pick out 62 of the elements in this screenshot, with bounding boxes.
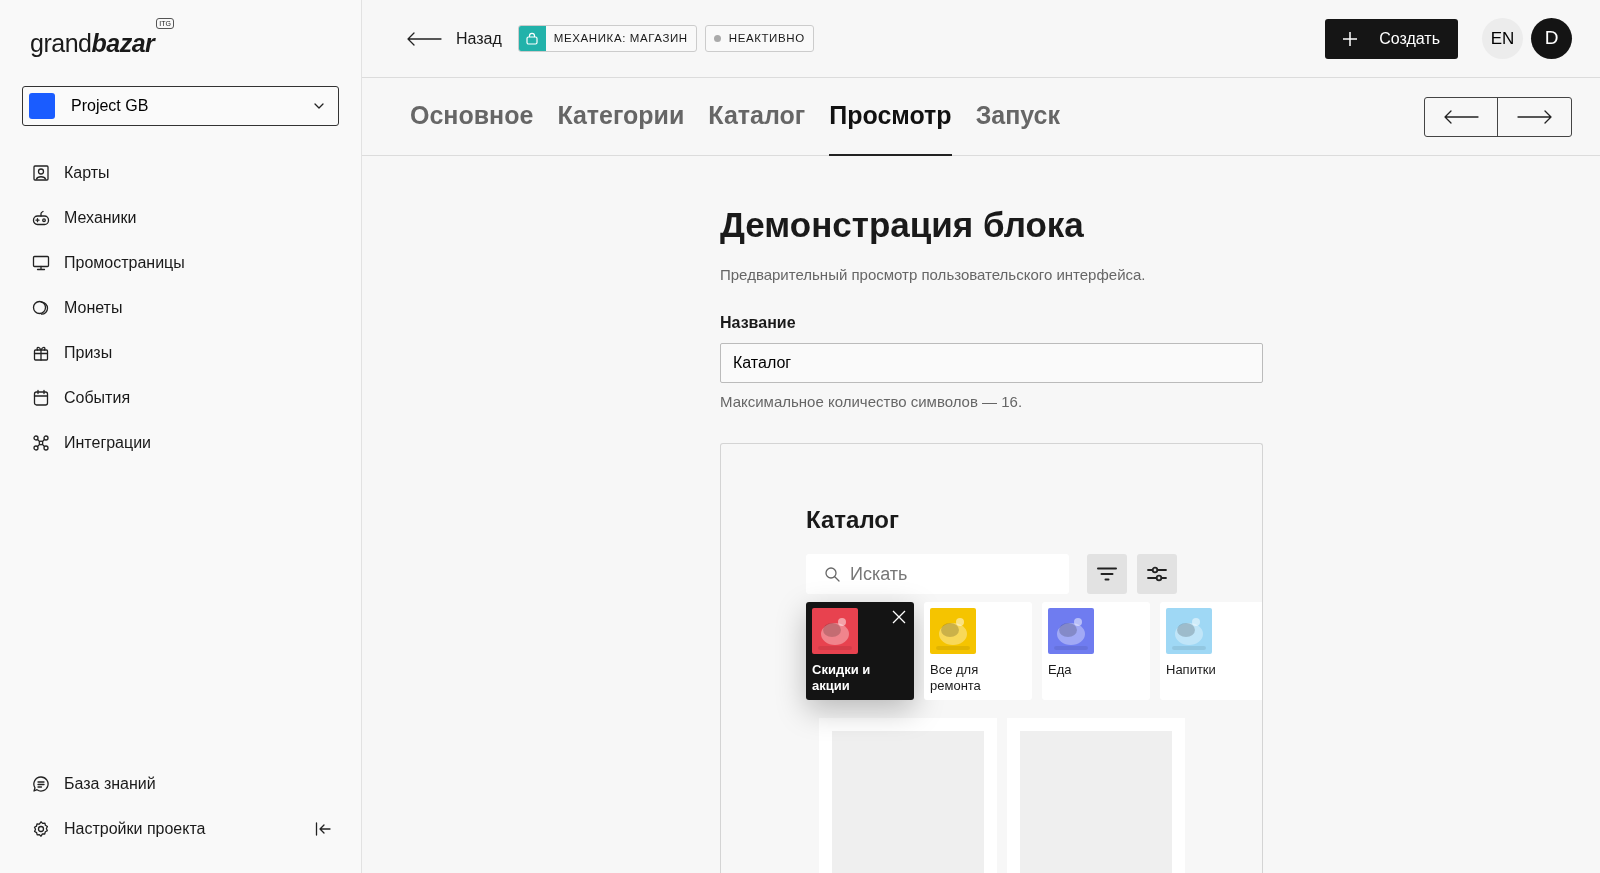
arrow-right-icon	[1516, 110, 1553, 125]
settings-icon	[32, 819, 50, 838]
network-icon	[32, 433, 50, 452]
back-link[interactable]: Назад	[406, 26, 502, 51]
create-button[interactable]: Создать	[1325, 18, 1458, 59]
chevron-down-icon	[314, 103, 324, 109]
user-avatar[interactable]: D	[1531, 18, 1572, 59]
sidebar-item[interactable]: Интеграции	[22, 420, 339, 465]
sidebar-item[interactable]: Настройки проекта	[22, 806, 206, 851]
name-field[interactable]: Каталог	[720, 342, 1263, 383]
category-label: Скидки и акции	[812, 662, 872, 694]
category-tile[interactable]: Еда	[1042, 602, 1150, 700]
bag-icon	[518, 26, 546, 51]
category-label: Все для ремонта	[930, 662, 982, 694]
tab[interactable]: Основное	[410, 77, 534, 156]
category-tile[interactable]: Скидки и акции	[806, 602, 914, 700]
monitor-icon	[32, 253, 50, 272]
search-icon	[824, 566, 840, 582]
project-logo-icon	[29, 93, 55, 119]
calendar-icon	[32, 388, 50, 407]
arrow-left-icon	[406, 31, 442, 46]
category-tile[interactable]: Все для ремонта	[924, 602, 1032, 700]
logo-text: grandbazar	[30, 27, 155, 59]
collapse-sidebar-button[interactable]	[315, 821, 331, 836]
sidebar-item[interactable]: События	[22, 375, 339, 420]
chat-icon	[32, 774, 50, 793]
collapse-icon	[315, 821, 331, 836]
status-dot-icon	[713, 35, 721, 42]
settings-sliders-button[interactable]	[1137, 554, 1177, 594]
sidebar-item[interactable]: Механики	[22, 195, 339, 240]
sidebar-item[interactable]: База знаний	[22, 761, 156, 806]
field-hint: Максимальное количество символов — 16.	[720, 391, 1024, 412]
filter-button[interactable]	[1087, 554, 1127, 594]
sidebar-item[interactable]: Карты	[22, 150, 339, 195]
page-subtitle: Предварительный просмотр пользовательского интерфейса.	[720, 265, 1147, 285]
arrow-left-icon	[1443, 110, 1479, 125]
tab[interactable]: Просмотр	[829, 77, 952, 156]
catalog-title: Каталог	[806, 505, 900, 535]
close-icon	[892, 610, 906, 624]
plus-icon	[1343, 31, 1358, 46]
search-field[interactable]: Искать	[806, 554, 1069, 594]
tab[interactable]: Каталог	[708, 77, 806, 156]
field-label: Название	[720, 312, 797, 333]
project-selector[interactable]: Project GB	[22, 86, 339, 126]
page-title: Демонстрация блока	[720, 204, 1085, 246]
close-button[interactable]	[892, 610, 906, 624]
person-card-icon	[32, 163, 50, 182]
mechanic-tag: МЕХАНИКА: МАГАЗИН	[517, 25, 697, 52]
filter-icon	[1097, 567, 1117, 581]
language-button[interactable]: EN	[1482, 18, 1523, 59]
sidebar-item[interactable]: Промостраницы	[22, 240, 339, 285]
category-label: Напитки	[1166, 662, 1217, 678]
category-tile[interactable]: Напитки	[1160, 602, 1262, 700]
tab[interactable]: Категории	[557, 77, 685, 156]
coins-icon	[32, 298, 50, 317]
category-label: Еда	[1048, 662, 1073, 678]
sliders-icon	[1147, 566, 1167, 582]
sidebar-item[interactable]: Призы	[22, 330, 339, 375]
gamepad-icon	[32, 208, 50, 227]
tab[interactable]: Запуск	[975, 77, 1060, 156]
status-tag: НЕАКТИВНО	[704, 25, 814, 52]
sidebar-item[interactable]: Монеты	[22, 285, 339, 330]
